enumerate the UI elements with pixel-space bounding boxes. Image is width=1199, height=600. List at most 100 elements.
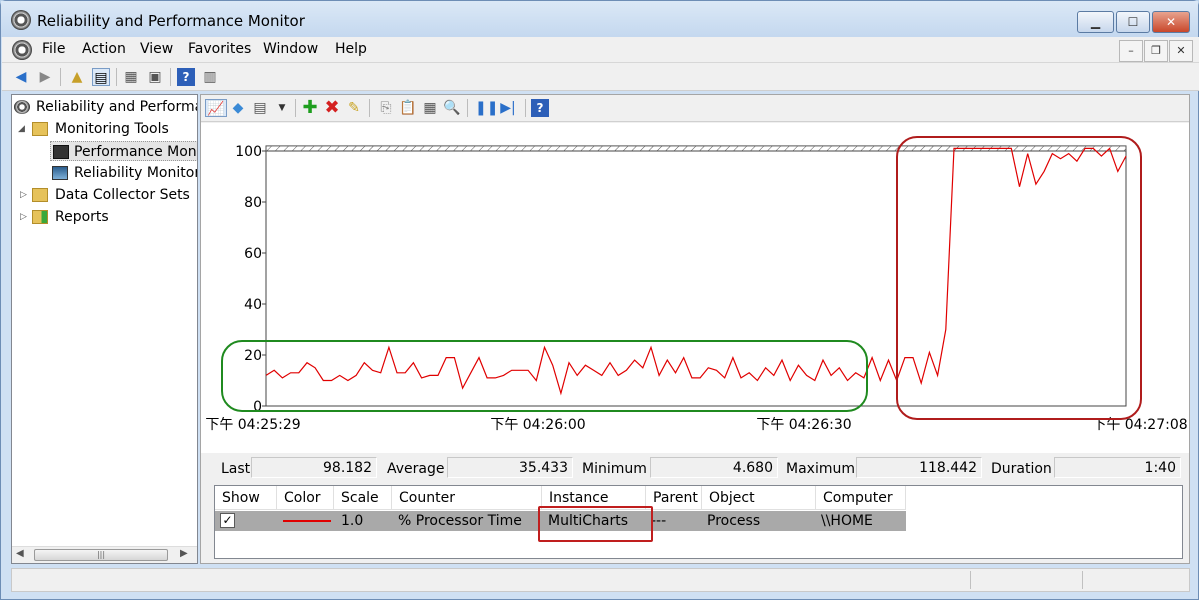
performance-monitor-panel: 📈 ◆ ▤ ▼ ✚ ✖ ✎ ⎘ 📋 ▦ 🔍 ❚❚ ▶| ? 0 20 40 60… bbox=[200, 94, 1190, 564]
y-tick-label: 80 bbox=[244, 195, 262, 211]
maximize-button[interactable]: ☐ bbox=[1116, 11, 1150, 33]
tree-item-reports[interactable]: ▷ Reports bbox=[18, 207, 109, 227]
app-icon bbox=[11, 10, 31, 30]
expanded-arrow-icon[interactable]: ◢ bbox=[18, 119, 25, 139]
menu-file[interactable]: File bbox=[42, 41, 65, 57]
toolbar-separator bbox=[525, 99, 526, 117]
processor-time-chart: 0 20 40 60 80 100 下午 04:25:29 下午 04:26:00 下午 04:… bbox=[205, 136, 1188, 433]
last-value: 98.182 bbox=[251, 457, 377, 478]
high-usage-highlight-oval bbox=[896, 136, 1142, 420]
statistics-bar: Last 98.182 Average 35.433 Minimum 4.680… bbox=[201, 453, 1189, 481]
mdi-close-button[interactable]: ✕ bbox=[1169, 40, 1193, 62]
y-tick-label: 0 bbox=[253, 399, 262, 415]
highlight-icon[interactable]: ✎ bbox=[345, 99, 363, 117]
counter-scale: 1.0 bbox=[341, 513, 364, 529]
counter-parent: --- bbox=[651, 513, 667, 529]
x-tick-label: 下午 04:26:30 bbox=[756, 417, 851, 433]
menu-action[interactable]: Action bbox=[82, 41, 126, 57]
counter-legend: Show Color Scale Counter Instance Parent… bbox=[214, 485, 1183, 559]
tree-item-root[interactable]: Reliability and Performance Monitor bbox=[14, 97, 197, 117]
column-header-object[interactable]: Object bbox=[702, 486, 816, 510]
mdi-restore-button[interactable]: ❐ bbox=[1144, 40, 1168, 62]
tree-item-label: Reliability and Performance Monitor bbox=[36, 99, 197, 115]
x-tick-label: 下午 04:26:00 bbox=[490, 417, 585, 433]
reliability-icon bbox=[52, 166, 68, 180]
processor-time-series-line bbox=[265, 147, 1127, 396]
duration-label: Duration bbox=[991, 461, 1052, 477]
tree-item-label: Performance Monitor bbox=[74, 144, 197, 160]
column-header-parent[interactable]: Parent bbox=[646, 486, 702, 510]
tree-item-monitoring-tools[interactable]: ◢ Monitoring Tools bbox=[18, 119, 169, 139]
maximum-value: 118.442 bbox=[856, 457, 982, 478]
collapsed-arrow-icon[interactable]: ▷ bbox=[20, 207, 27, 227]
column-header-counter[interactable]: Counter bbox=[392, 486, 542, 510]
y-tick-label: 40 bbox=[244, 297, 262, 313]
y-tick-label: 100 bbox=[235, 144, 262, 160]
tree-item-data-collector-sets[interactable]: ▷ Data Collector Sets bbox=[18, 185, 190, 205]
collapsed-arrow-icon[interactable]: ▷ bbox=[20, 185, 27, 205]
toolbar-separator bbox=[116, 68, 117, 86]
back-icon[interactable]: ◀ bbox=[12, 68, 30, 86]
update-data-icon[interactable]: ▶| bbox=[499, 99, 517, 117]
forward-icon[interactable]: ▶ bbox=[36, 68, 54, 86]
menu-favorites[interactable]: Favorites bbox=[188, 41, 251, 57]
title-bar: Reliability and Performance Monitor ▁ ☐ … bbox=[1, 1, 1198, 37]
scrollbar-thumb[interactable]: ||| bbox=[34, 549, 168, 561]
tree-horizontal-scrollbar[interactable]: ◀ ||| ▶ bbox=[12, 546, 197, 563]
scroll-right-icon[interactable]: ▶ bbox=[180, 548, 188, 559]
last-label: Last bbox=[221, 461, 251, 477]
system-menu-icon[interactable] bbox=[12, 40, 32, 60]
tree-item-label: Monitoring Tools bbox=[55, 121, 169, 137]
view-current-activity-icon[interactable]: ◆ bbox=[229, 99, 247, 117]
duration-value: 1:40 bbox=[1054, 457, 1181, 478]
menu-help[interactable]: Help bbox=[335, 41, 367, 57]
status-separator bbox=[1082, 571, 1083, 589]
print-icon[interactable]: ▣ bbox=[146, 68, 164, 86]
zoom-icon[interactable]: 🔍 bbox=[443, 99, 461, 117]
console-icon[interactable]: ▥ bbox=[201, 68, 219, 86]
paste-counter-list-icon[interactable]: 📋 bbox=[399, 99, 417, 117]
delete-counter-icon[interactable]: ✖ bbox=[323, 99, 341, 117]
column-header-scale[interactable]: Scale bbox=[334, 486, 392, 510]
mdi-minimize-button[interactable]: – bbox=[1119, 40, 1143, 62]
toolbar-separator bbox=[60, 68, 61, 86]
x-tick-label: 下午 04:25:29 bbox=[205, 417, 300, 433]
tree-item-performance-monitor[interactable]: Performance Monitor bbox=[50, 141, 197, 161]
menu-window[interactable]: Window bbox=[263, 41, 318, 57]
add-counter-icon[interactable]: ✚ bbox=[301, 99, 319, 117]
instance-highlight-box bbox=[538, 506, 653, 542]
column-header-color[interactable]: Color bbox=[277, 486, 334, 510]
menu-view[interactable]: View bbox=[140, 41, 173, 57]
column-header-show[interactable]: Show bbox=[215, 486, 277, 510]
maximum-label: Maximum bbox=[786, 461, 855, 477]
properties-icon[interactable]: ▦ bbox=[421, 99, 439, 117]
column-header-computer[interactable]: Computer bbox=[816, 486, 906, 510]
help-icon[interactable]: ? bbox=[531, 99, 549, 117]
tree-item-label: Reports bbox=[55, 209, 109, 225]
freeze-display-icon[interactable]: ❚❚ bbox=[475, 99, 498, 117]
properties-icon[interactable]: ▦ bbox=[122, 68, 140, 86]
navigation-tree: Reliability and Performance Monitor ◢ Mo… bbox=[11, 94, 198, 564]
graph-type-dropdown-icon[interactable]: ▼ bbox=[273, 99, 291, 117]
folder-icon bbox=[32, 188, 48, 202]
up-folder-icon[interactable]: ▲ bbox=[68, 68, 86, 86]
graph-area: 0 20 40 60 80 100 下午 04:25:29 下午 04:26:00 下午 04:… bbox=[201, 123, 1189, 453]
app-window: Reliability and Performance Monitor ▁ ☐ … bbox=[0, 0, 1199, 600]
minimize-button[interactable]: ▁ bbox=[1077, 11, 1114, 33]
toolbar-separator bbox=[467, 99, 468, 117]
counter-object: Process bbox=[707, 513, 761, 529]
help-icon[interactable]: ? bbox=[177, 68, 195, 86]
tree-item-reliability-monitor[interactable]: Reliability Monitor bbox=[52, 163, 197, 183]
y-tick-label: 20 bbox=[244, 348, 262, 364]
copy-properties-icon[interactable]: ⎘ bbox=[377, 99, 395, 117]
show-hide-tree-icon[interactable]: ▤ bbox=[92, 68, 110, 86]
change-graph-type-icon[interactable]: ▤ bbox=[251, 99, 269, 117]
toolbar-separator bbox=[369, 99, 370, 117]
scroll-left-icon[interactable]: ◀ bbox=[16, 548, 24, 559]
close-button[interactable]: ✕ bbox=[1152, 11, 1190, 33]
show-checkbox[interactable]: ✓ bbox=[220, 513, 235, 528]
status-separator bbox=[970, 571, 971, 589]
view-graph-icon[interactable]: 📈 bbox=[205, 99, 227, 117]
average-label: Average bbox=[387, 461, 445, 477]
counter-name: % Processor Time bbox=[398, 513, 522, 529]
